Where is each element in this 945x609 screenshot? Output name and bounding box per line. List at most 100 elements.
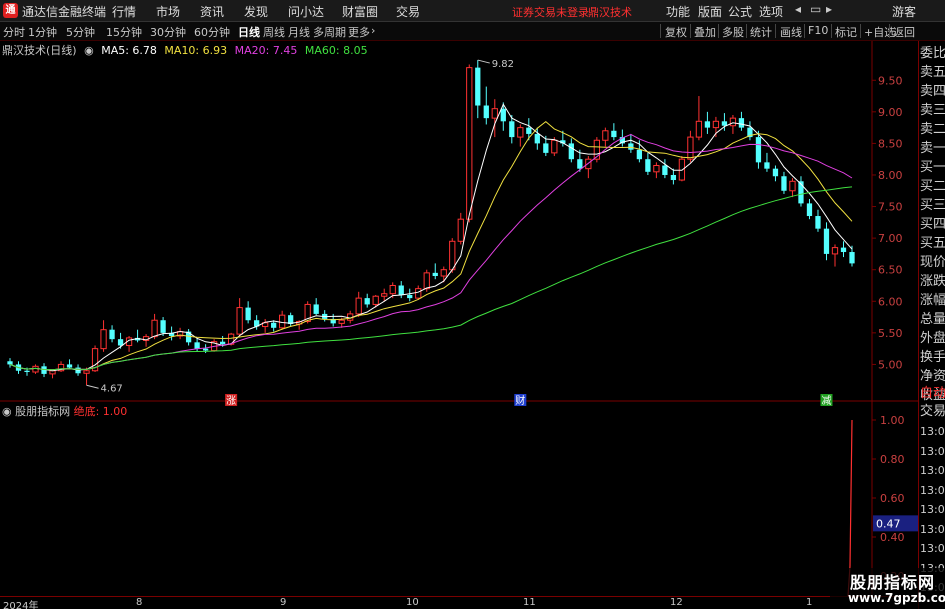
login-warning[interactable]: 证券交易未登录 [512, 4, 589, 20]
candle-body-up [831, 247, 839, 255]
menu-gongneng[interactable]: 功能 [666, 3, 690, 20]
candle-body-up [457, 218, 464, 242]
app-title: 通达信金融终端 [22, 5, 107, 19]
side-label: 买五 [920, 236, 945, 251]
price-tick-label: 9.00 [878, 106, 903, 119]
price-tick-label: 7.00 [878, 232, 903, 245]
menu-gongshi[interactable]: 公式 [728, 3, 752, 20]
button-back[interactable]: 返回 [893, 24, 915, 40]
period-fenshi[interactable]: 分时 [3, 24, 25, 40]
menu-xuanxiang[interactable]: 选项 [759, 3, 783, 20]
x-label-jan: 1 [806, 597, 813, 608]
high-label: 9.82 [492, 59, 514, 70]
candle-body-up [789, 180, 796, 192]
button-huaxian[interactable]: 画线 [780, 24, 802, 40]
period-more[interactable]: 更多 [348, 24, 370, 40]
price-tick-label: 6.50 [878, 264, 903, 277]
price-tick-label: 5.00 [878, 358, 903, 371]
button-diejia[interactable]: 叠加 [694, 24, 716, 40]
button-biaoji[interactable]: 标记 [835, 24, 857, 40]
period-more-arrow-icon[interactable]: › [371, 24, 375, 37]
candle-body-down [432, 272, 438, 277]
period-1min[interactable]: 1分钟 [28, 24, 57, 40]
x-label-oct: 10 [406, 597, 419, 608]
period-60min[interactable]: 60分钟 [194, 24, 230, 40]
candle-body-down [755, 137, 762, 163]
candle-body-up [151, 319, 158, 338]
indicator-title[interactable]: 股朋指标网 [15, 405, 70, 418]
period-15min[interactable]: 15分钟 [106, 24, 142, 40]
low-label: 4.67 [101, 383, 123, 394]
candle-body-down [840, 247, 847, 253]
x-label-aug: 8 [136, 597, 143, 608]
candle-body-down [577, 159, 583, 169]
marker-zhang: 涨 [226, 395, 236, 407]
side-label: 卖四 [920, 84, 945, 99]
candle-body-down [849, 252, 855, 264]
candle-body-down [24, 370, 30, 373]
candle-body-down [475, 67, 481, 106]
side-label: 净资 [920, 369, 945, 384]
stock-title[interactable]: 鼎汉技术(日线) [2, 44, 77, 57]
period-multi[interactable]: 多周期 [313, 24, 346, 40]
period-5min[interactable]: 5分钟 [66, 24, 95, 40]
candle-body-down [670, 174, 677, 181]
nav-back-icon[interactable]: ◂ [795, 2, 801, 16]
candle-body-up [440, 269, 447, 277]
button-duogu[interactable]: 多股 [722, 24, 744, 40]
period-daily[interactable]: 日线 [238, 24, 260, 40]
kline-chart[interactable]: 9.82 4.67 涨 财 减 9.50 9.00 8.50 8.00 7.50 7.00 6.50… [0, 41, 918, 596]
candle-body-up [49, 370, 56, 375]
candle-body-down [109, 329, 115, 340]
indicator-settings-icon[interactable]: ◉ [2, 405, 12, 418]
price-tick-label: 9.50 [878, 74, 903, 87]
window-restore-small-icon[interactable]: ▭ [810, 2, 821, 16]
ma60-label: MA60: 8.05 [304, 44, 368, 57]
candle-body-down [806, 203, 813, 217]
menu-jiaoyi[interactable]: 交易 [396, 3, 420, 20]
settings-icon[interactable]: ◉ [84, 44, 94, 57]
side-label: 买一 [920, 160, 945, 175]
candle-body-down [160, 320, 166, 333]
menu-caifuquan[interactable]: 财富圈 [342, 3, 378, 20]
side-label: 卖二 [920, 122, 945, 137]
side-time-label: 13:08 [920, 483, 945, 497]
button-fuquan[interactable]: 复权 [665, 24, 687, 40]
menu-zixun[interactable]: 资讯 [200, 3, 224, 20]
current-stock-name: 鼎汉技术 [588, 6, 632, 19]
price-tick-label: 5.50 [878, 327, 903, 340]
candle-body-down [636, 149, 643, 160]
menu-banmian[interactable]: 版面 [698, 3, 722, 20]
candle-body-down [543, 143, 549, 153]
period-weekly[interactable]: 周线 [263, 24, 285, 40]
x-label-dec: 12 [670, 597, 683, 608]
candle-body-up [678, 158, 686, 181]
button-tongji[interactable]: 统计 [750, 24, 772, 40]
candle-body-down [313, 304, 319, 314]
candle-body-down [202, 348, 209, 351]
button-f10[interactable]: F10 [808, 24, 828, 37]
moving-average-lines [9, 103, 853, 372]
time-axis: 2024年 8 9 10 11 12 1 [0, 596, 918, 609]
nav-forward-icon[interactable]: ▸ [826, 2, 832, 16]
ma60-line [9, 186, 853, 371]
candle-body-up [729, 117, 737, 127]
candle-body-up [355, 297, 362, 315]
menu-shichang[interactable]: 市场 [156, 3, 180, 20]
side-label: 涨跌 [920, 274, 945, 289]
menu-hangqing[interactable]: 行情 [112, 3, 136, 20]
candle-body-up [602, 130, 609, 141]
side-time-label: 13:08 [920, 444, 945, 458]
candle-body-down [364, 298, 370, 305]
menu-faxian[interactable]: 发现 [244, 3, 268, 20]
candle-body-up [517, 127, 524, 138]
menu-wenxiaoda[interactable]: 问小达 [288, 3, 324, 20]
candle-body-down [509, 121, 515, 138]
toolbar-separator [860, 24, 861, 38]
candle-body-down [534, 133, 540, 144]
period-30min[interactable]: 30分钟 [150, 24, 186, 40]
guest-label[interactable]: 游客 [892, 3, 916, 20]
button-add-watchlist[interactable]: +自选 [864, 24, 895, 40]
toolbar-separator [831, 24, 832, 38]
period-monthly[interactable]: 月线 [288, 24, 310, 40]
